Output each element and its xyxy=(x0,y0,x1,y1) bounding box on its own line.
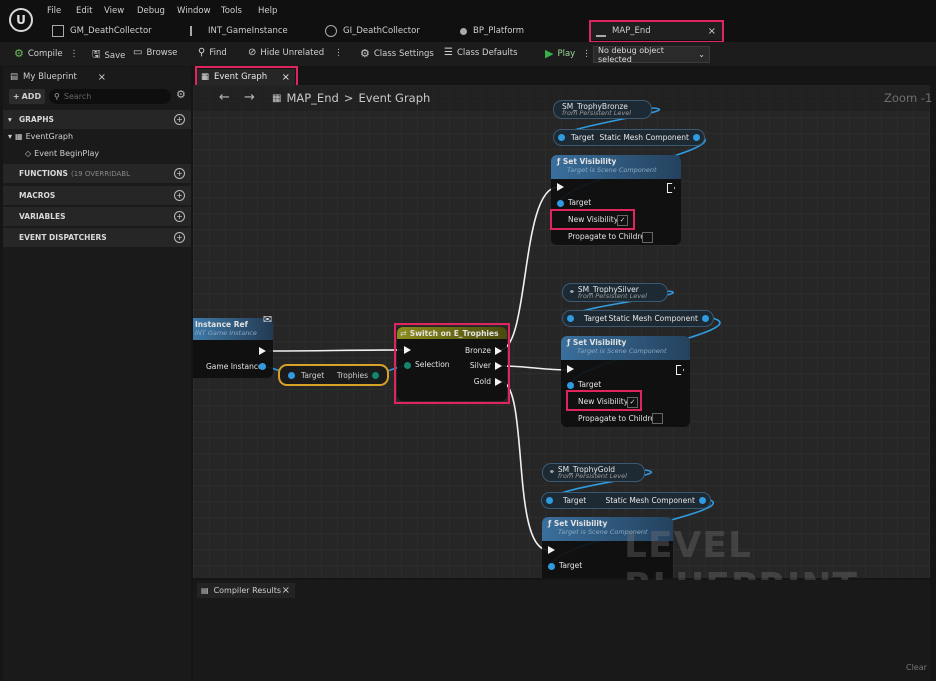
trophies-out-pin[interactable] xyxy=(372,371,379,379)
exec-out-pin[interactable] xyxy=(259,347,266,355)
target-pin[interactable] xyxy=(567,315,574,322)
target-pin[interactable] xyxy=(567,382,574,389)
exec-wire-silver xyxy=(499,365,571,371)
compiler-results-panel xyxy=(193,580,930,681)
node-header: ƒ Set Visibility Target is Scene Compone… xyxy=(561,336,690,360)
highlight-bronze-new-visibility xyxy=(550,209,635,230)
message-icon: ✉ xyxy=(263,313,273,326)
trophies-getter-node[interactable]: Target Trophies xyxy=(278,364,389,386)
target-pin[interactable] xyxy=(558,134,565,141)
component-out-pin[interactable] xyxy=(702,315,709,322)
node-header: Instance Ref INT Game Instance xyxy=(193,318,273,340)
exec-wire-gold xyxy=(499,380,549,551)
propagate-checkbox[interactable] xyxy=(652,413,663,424)
silver-var-node[interactable]: ⚭ SM_TrophySilver from Persistent Level xyxy=(562,283,668,302)
bronze-component-node[interactable]: Target Static Mesh Component xyxy=(553,129,705,146)
tab-compiler-results[interactable]: ▤ Compiler Results × xyxy=(197,583,295,598)
silver-component-node[interactable]: Target Static Mesh Component xyxy=(562,310,714,327)
instance-ref-node[interactable]: Instance Ref INT Game Instance Game Inst… xyxy=(193,318,273,378)
clear-button[interactable]: Clear xyxy=(906,663,927,672)
target-pin[interactable] xyxy=(557,200,564,207)
gold-var-node[interactable]: ⚭ SM_TrophyGold from Persistent Level xyxy=(542,463,645,482)
log-icon: ▤ xyxy=(201,586,209,595)
bronze-var-node[interactable]: SM_TrophyBronze from Persistent Level xyxy=(553,100,652,119)
exec-in-pin[interactable] xyxy=(567,365,574,373)
exec-in-pin[interactable] xyxy=(548,546,555,554)
gold-component-node[interactable]: Target Static Mesh Component xyxy=(541,492,711,509)
highlight-silver-new-visibility xyxy=(566,390,642,411)
link-icon: ⚭ xyxy=(549,468,555,476)
exec-in-pin[interactable] xyxy=(557,183,564,191)
silver-set-visibility-node[interactable]: ƒ Set Visibility Target is Scene Compone… xyxy=(561,336,690,427)
exec-wire-main xyxy=(267,349,405,352)
link-icon: ⚭ xyxy=(569,288,575,296)
component-out-pin[interactable] xyxy=(699,497,706,504)
highlight-switch-node xyxy=(394,323,510,404)
exec-out-pin[interactable] xyxy=(667,183,675,193)
target-pin[interactable] xyxy=(548,563,555,570)
target-pin[interactable] xyxy=(546,497,553,504)
node-header: ƒ Set Visibility Target is Scene Compone… xyxy=(551,155,681,179)
close-icon[interactable]: × xyxy=(282,585,290,596)
game-instance-pin[interactable] xyxy=(259,363,266,370)
propagate-checkbox[interactable] xyxy=(642,232,653,243)
exec-out-pin[interactable] xyxy=(676,365,684,375)
target-pin[interactable] xyxy=(288,371,295,379)
bronze-set-visibility-node[interactable]: ƒ Set Visibility Target is Scene Compone… xyxy=(551,155,681,245)
component-out-pin[interactable] xyxy=(693,134,700,141)
